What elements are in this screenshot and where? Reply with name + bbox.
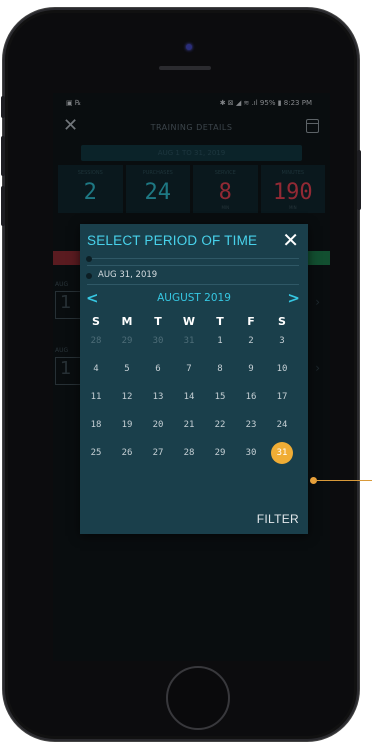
selected-day-cell[interactable]: 31	[268, 442, 296, 464]
day-cell[interactable]: 30	[144, 330, 172, 352]
day-cell[interactable]: 8	[206, 358, 234, 380]
earpiece-speaker	[159, 66, 211, 70]
day-cell[interactable]: 6	[144, 358, 172, 380]
day-cell[interactable]: 3	[268, 330, 296, 352]
home-button[interactable]	[166, 666, 230, 730]
day-cell[interactable]: 5	[113, 358, 141, 380]
silent-switch	[1, 96, 5, 118]
calendar-grid: 28 29 30 31 1 2 3 4 5 6 7 8 9 10 11 12 13 14 15 16 17 18 19 20 2…	[80, 224, 308, 534]
day-cell[interactable]: 19	[113, 414, 141, 436]
day-cell[interactable]: 17	[268, 386, 296, 408]
day-cell[interactable]: 22	[206, 414, 234, 436]
day-cell[interactable]: 28	[82, 330, 110, 352]
volume-down-button	[1, 186, 5, 226]
day-cell[interactable]: 26	[113, 442, 141, 464]
day-cell[interactable]: 30	[237, 442, 265, 464]
day-cell[interactable]: 29	[113, 330, 141, 352]
date-range-dialog: SELECT PERIOD OF TIME ✕ AUG 31, 2019 < A…	[80, 224, 308, 534]
app-screen: ▣ ℞ ✱ ⊠ ◢ ≋ .ıl 95% ▮ 8:23 PM ✕ TRAINING…	[53, 93, 330, 661]
day-cell[interactable]: 15	[206, 386, 234, 408]
day-cell[interactable]: 4	[82, 358, 110, 380]
day-cell[interactable]: 7	[175, 358, 203, 380]
day-cell[interactable]: 9	[237, 358, 265, 380]
power-button	[357, 150, 361, 210]
day-cell[interactable]: 12	[113, 386, 141, 408]
day-cell[interactable]: 29	[206, 442, 234, 464]
day-cell[interactable]: 13	[144, 386, 172, 408]
day-cell[interactable]: 11	[82, 386, 110, 408]
day-cell[interactable]: 1	[206, 330, 234, 352]
callout-line	[315, 480, 372, 481]
day-cell[interactable]: 25	[82, 442, 110, 464]
day-cell[interactable]: 28	[175, 442, 203, 464]
day-cell[interactable]: 16	[237, 386, 265, 408]
day-cell[interactable]: 2	[237, 330, 265, 352]
day-cell[interactable]: 27	[144, 442, 172, 464]
day-cell[interactable]: 18	[82, 414, 110, 436]
day-cell[interactable]: 31	[175, 330, 203, 352]
day-cell[interactable]: 21	[175, 414, 203, 436]
day-cell[interactable]: 10	[268, 358, 296, 380]
day-cell[interactable]: 23	[237, 414, 265, 436]
day-cell[interactable]: 20	[144, 414, 172, 436]
day-cell[interactable]: 24	[268, 414, 296, 436]
day-cell[interactable]: 14	[175, 386, 203, 408]
front-camera	[186, 44, 192, 50]
volume-up-button	[1, 136, 5, 176]
